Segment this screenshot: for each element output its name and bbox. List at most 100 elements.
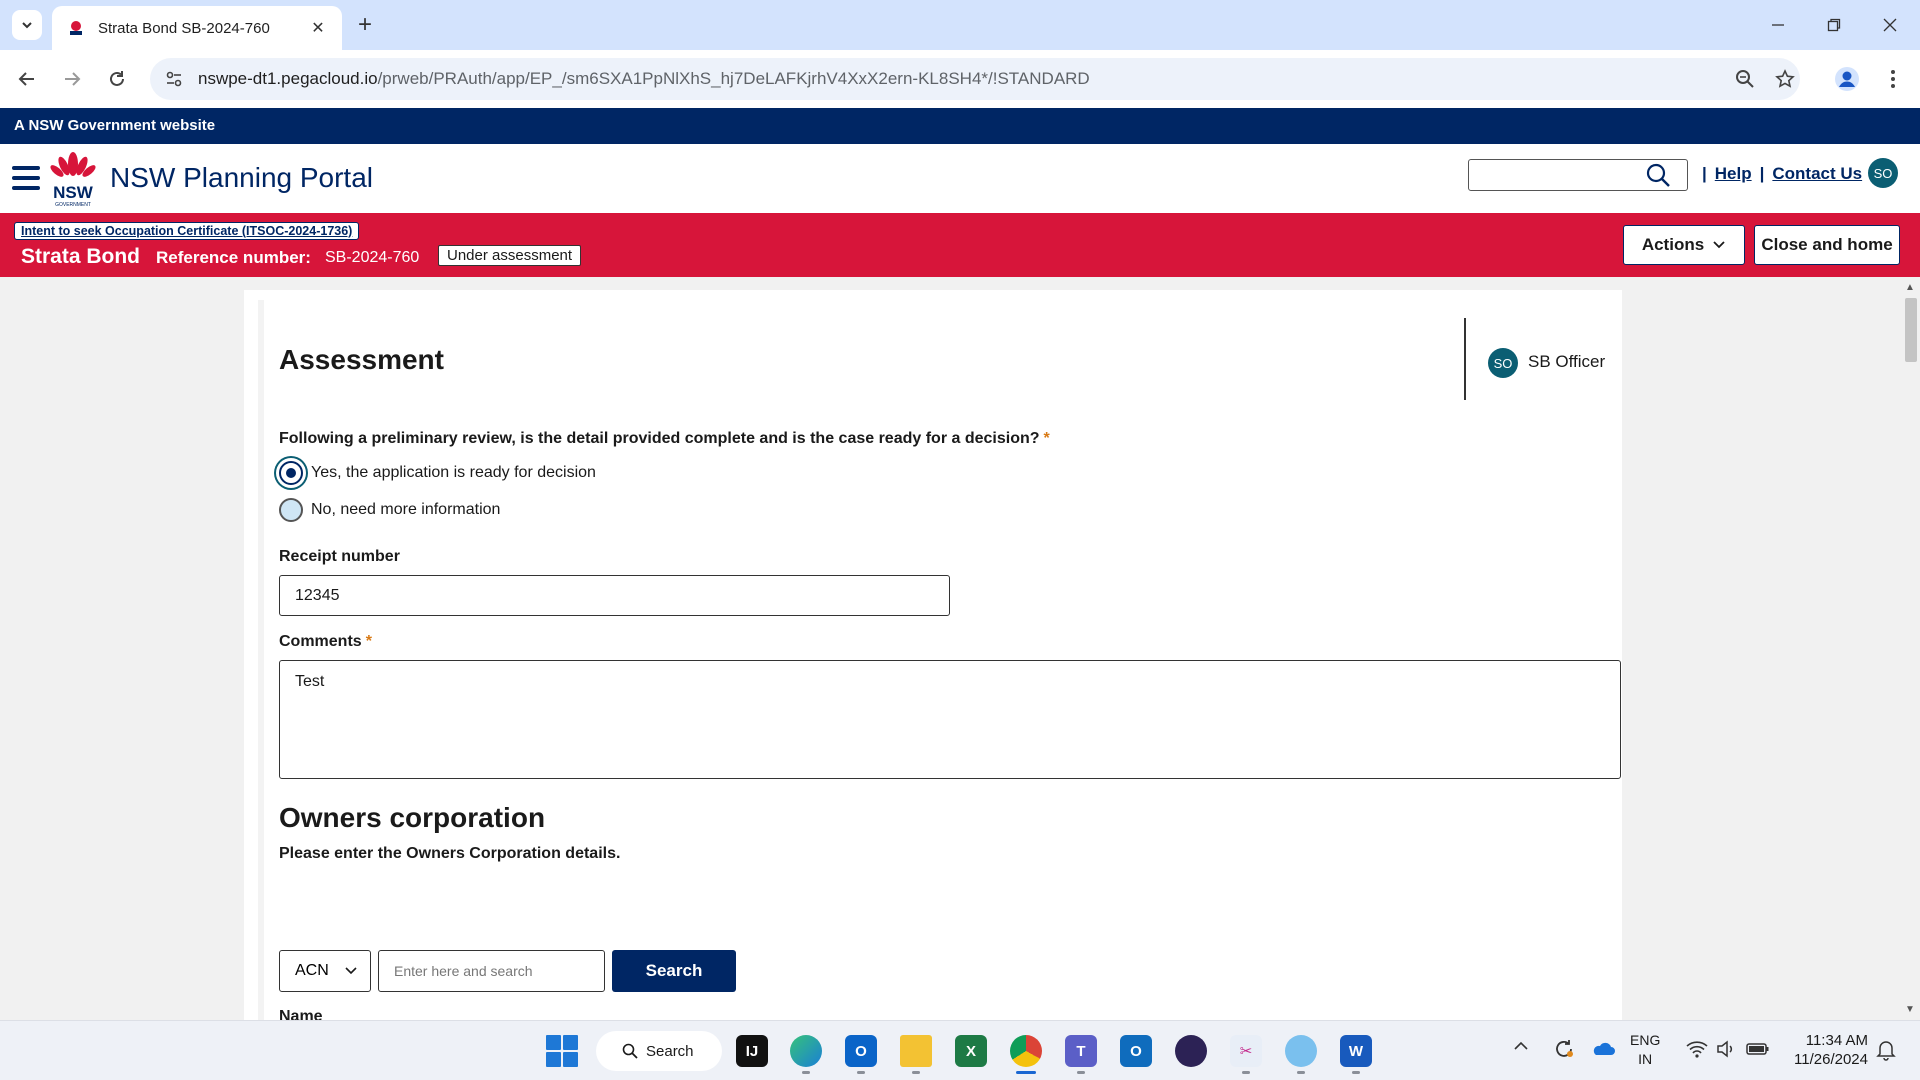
site-header: NSW GOVERNMENT NSW Planning Portal | Hel…	[0, 144, 1920, 213]
battery-icon[interactable]	[1746, 1041, 1770, 1062]
nsw-government-logo[interactable]: NSW GOVERNMENT	[48, 150, 98, 208]
radio-button-unselected[interactable]	[279, 498, 303, 522]
edge-icon[interactable]	[790, 1035, 822, 1067]
more-vertical-icon	[1891, 70, 1895, 88]
contact-us-link[interactable]: Contact Us	[1772, 164, 1862, 184]
sync-icon[interactable]	[1552, 1037, 1576, 1066]
search-icon	[622, 1043, 638, 1059]
browser-toolbar: nswpe-dt1.pegacloud.io/prweb/PRAuth/app/…	[0, 50, 1920, 108]
eclipse-icon[interactable]	[1175, 1035, 1207, 1067]
readiness-question-label: Following a preliminary review, is the d…	[279, 430, 1050, 448]
url-text[interactable]: nswpe-dt1.pegacloud.io/prweb/PRAuth/app/…	[198, 69, 1090, 89]
parent-case-link[interactable]: Intent to seek Occupation Certificate (I…	[14, 222, 360, 240]
new-tab-button[interactable]: +	[352, 11, 378, 38]
url-host: nswpe-dt1.pegacloud.io	[198, 69, 378, 88]
site-settings-icon[interactable]	[164, 69, 184, 89]
logo-text: NSW	[53, 183, 94, 202]
teams-icon[interactable]: T	[1065, 1035, 1097, 1067]
zoom-button[interactable]	[1728, 62, 1762, 96]
snipping-tool-icon[interactable]: ✂	[1230, 1035, 1262, 1067]
windows-taskbar: Search IJ O X T O ✂ W ENG IN 11:34 AM 11…	[0, 1020, 1920, 1080]
search-button[interactable]: Search	[612, 950, 736, 992]
word-icon[interactable]: W	[1340, 1035, 1372, 1067]
owners-corporation-instructions: Please enter the Owners Corporation deta…	[279, 845, 621, 862]
reference-number-label: Reference number:	[156, 248, 311, 267]
bookmark-button[interactable]	[1768, 62, 1802, 96]
restore-window-button[interactable]	[1814, 8, 1854, 42]
radio-label-yes[interactable]: Yes, the application is ready for decisi…	[311, 464, 596, 482]
wifi-icon[interactable]	[1686, 1040, 1708, 1063]
back-button[interactable]	[10, 62, 44, 96]
radio-option-yes[interactable]: Yes, the application is ready for decisi…	[279, 461, 596, 485]
scrollbar-thumb[interactable]	[1905, 298, 1917, 362]
running-indicator	[1352, 1071, 1360, 1074]
comments-label-text: Comments	[279, 633, 362, 650]
menu-hamburger-icon[interactable]	[12, 166, 40, 190]
comments-label: Comments *	[279, 633, 372, 651]
paint-icon[interactable]	[1285, 1035, 1317, 1067]
arrow-right-icon	[65, 72, 81, 86]
chevron-down-icon	[345, 967, 357, 975]
radio-option-no[interactable]: No, need more information	[279, 498, 500, 522]
close-window-button[interactable]	[1870, 8, 1910, 42]
radio-button-selected[interactable]	[279, 461, 303, 485]
intellij-icon[interactable]: IJ	[736, 1035, 768, 1067]
browser-tab[interactable]: Strata Bond SB-2024-760 ✕	[52, 6, 342, 50]
comments-textarea[interactable]: Test	[279, 660, 1621, 779]
running-indicator	[857, 1071, 865, 1074]
chrome-icon[interactable]	[1010, 1035, 1042, 1067]
excel-icon[interactable]: X	[955, 1035, 987, 1067]
owners-search-input[interactable]	[378, 950, 605, 992]
id-type-select[interactable]: ACN	[279, 950, 371, 992]
reload-button[interactable]	[100, 62, 134, 96]
browser-menu-button[interactable]	[1876, 62, 1910, 96]
tab-title: Strata Bond SB-2024-760	[98, 19, 270, 37]
taskbar-search-label: Search	[646, 1042, 694, 1060]
clock-date: 11/26/2024	[1794, 1051, 1868, 1068]
url-path: /prweb/PRAuth/app/EP_/sm6SXA1PpNlXhS_hj7…	[377, 69, 1090, 88]
chevron-down-icon	[22, 22, 32, 29]
windows-start-icon[interactable]	[546, 1035, 578, 1067]
address-bar[interactable]: nswpe-dt1.pegacloud.io/prweb/PRAuth/app/…	[150, 58, 1800, 100]
receipt-number-input[interactable]	[279, 575, 950, 616]
close-and-home-button[interactable]: Close and home	[1754, 225, 1900, 265]
outlook-icon[interactable]: O	[845, 1035, 877, 1067]
region-code: IN	[1638, 1051, 1653, 1067]
input-language-indicator[interactable]: ENG IN	[1630, 1031, 1660, 1069]
volume-icon[interactable]	[1716, 1040, 1736, 1063]
arrow-left-icon	[18, 72, 34, 86]
separator: |	[1759, 164, 1765, 183]
page-scrollbar[interactable]	[1902, 280, 1920, 1020]
notification-bell-icon[interactable]	[1876, 1039, 1896, 1066]
required-marker: *	[365, 633, 372, 650]
file-explorer-icon[interactable]	[900, 1035, 932, 1067]
required-marker: *	[1043, 430, 1050, 447]
scroll-up-arrow-icon[interactable]: ▲	[1905, 282, 1915, 293]
minimize-window-button[interactable]	[1758, 8, 1798, 42]
tab-search-dropdown-button[interactable]	[12, 10, 42, 40]
minimize-icon	[1772, 24, 1784, 26]
show-hidden-icons-chevron-up-icon[interactable]	[1513, 1039, 1529, 1057]
user-avatar[interactable]: SO	[1868, 158, 1898, 188]
status-badge: Under assessment	[438, 245, 582, 266]
search-icon[interactable]	[1645, 162, 1671, 188]
chevron-down-icon	[1713, 241, 1725, 249]
scroll-down-arrow-icon[interactable]: ▼	[1905, 1004, 1915, 1015]
logo-subtext: GOVERNMENT	[55, 202, 91, 208]
header-links: | Help | Contact Us	[1702, 164, 1862, 184]
outlook-new-icon[interactable]: O	[1120, 1035, 1152, 1067]
help-link[interactable]: Help	[1715, 164, 1752, 184]
system-clock[interactable]: 11:34 AM 11/26/2024	[1782, 1031, 1868, 1069]
forward-button[interactable]	[55, 62, 89, 96]
taskbar-search-box[interactable]: Search	[596, 1031, 722, 1071]
close-tab-icon[interactable]: ✕	[308, 18, 328, 38]
government-website-banner: A NSW Government website	[0, 108, 1920, 144]
question-text: Following a preliminary review, is the d…	[279, 430, 1040, 447]
site-title[interactable]: NSW Planning Portal	[110, 162, 373, 194]
onedrive-cloud-icon[interactable]	[1590, 1039, 1616, 1062]
radio-label-no[interactable]: No, need more information	[311, 501, 500, 519]
running-indicator	[1077, 1071, 1085, 1074]
assessment-title: Assessment	[279, 344, 444, 375]
profile-button[interactable]	[1830, 62, 1864, 96]
actions-button[interactable]: Actions	[1623, 225, 1745, 265]
